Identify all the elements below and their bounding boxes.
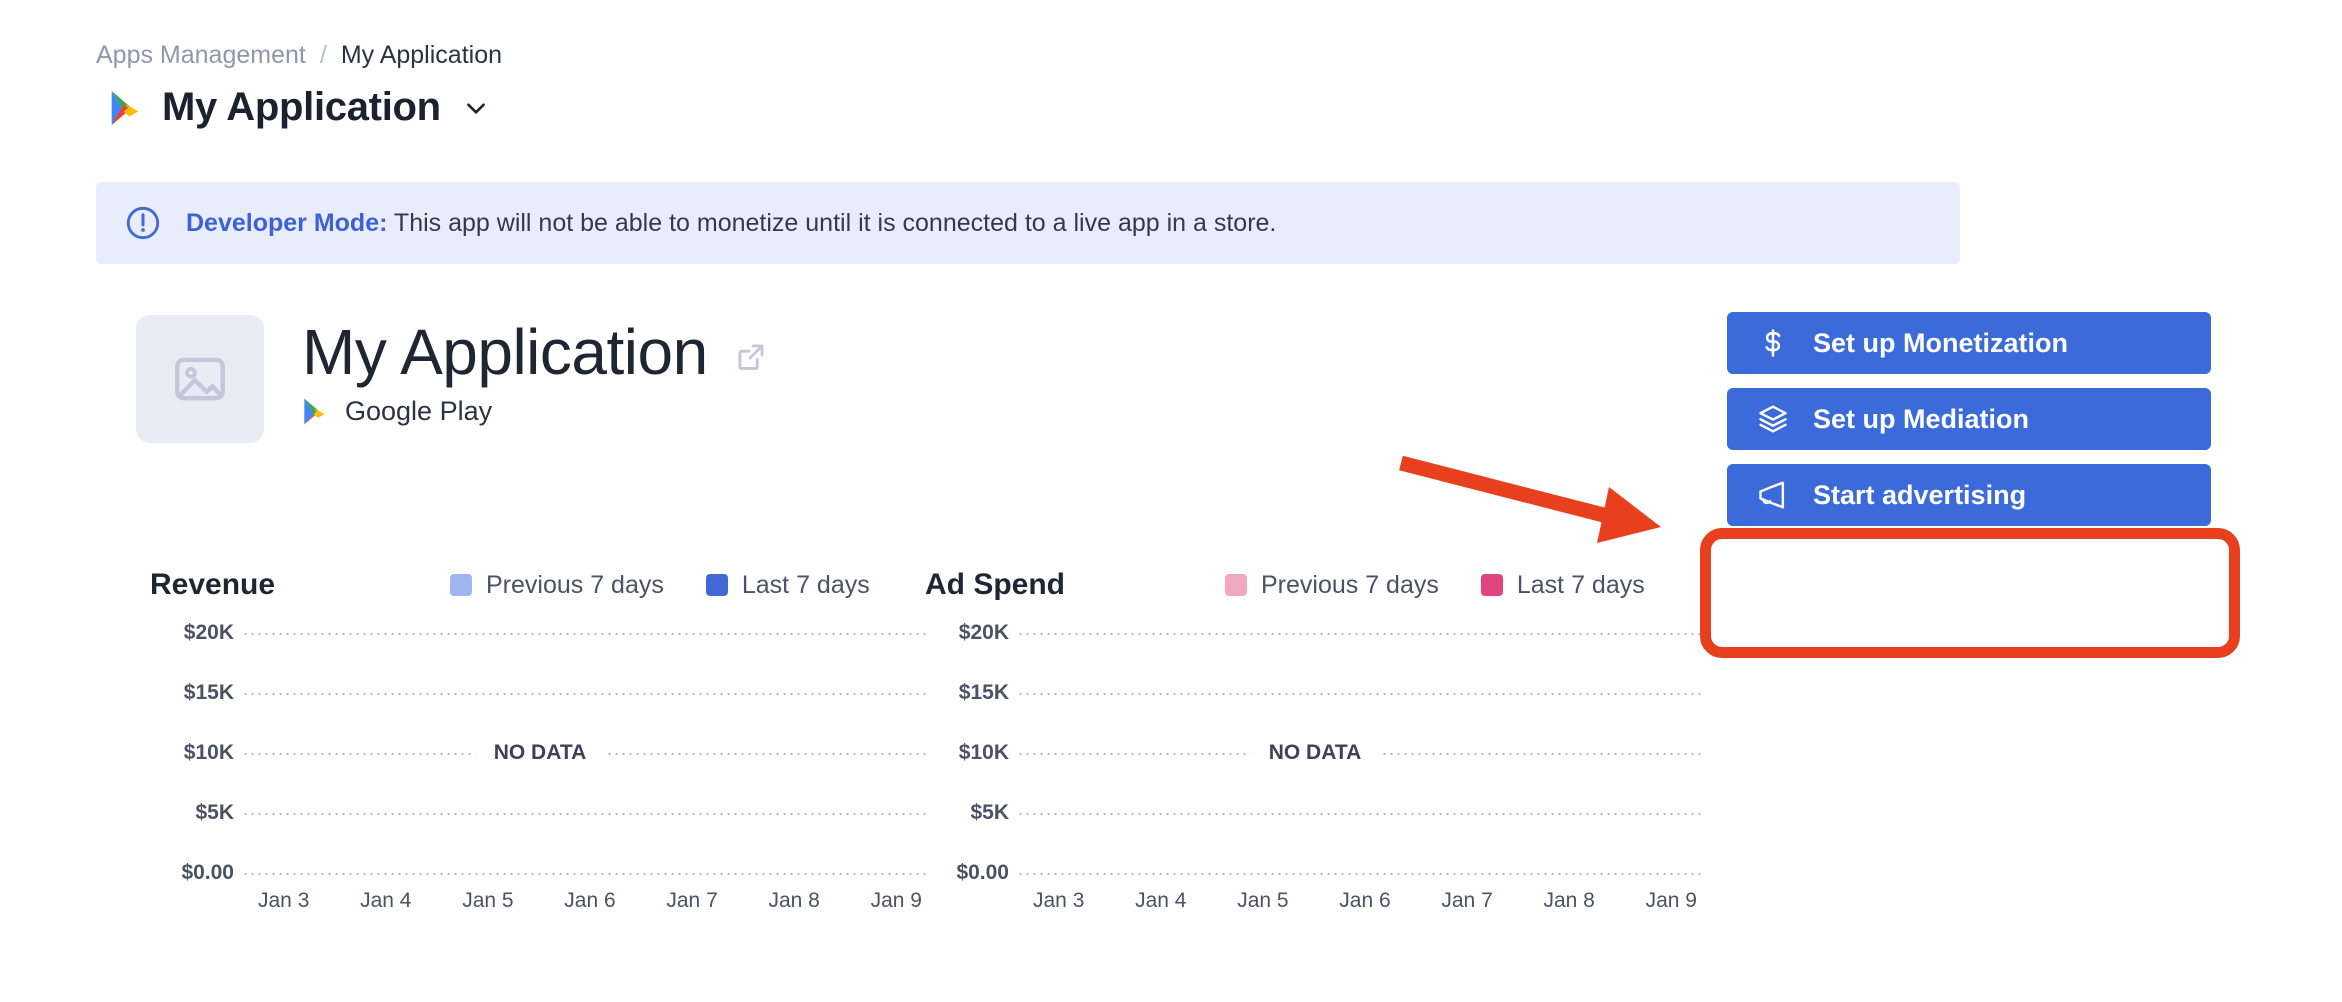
x-axis-tick: Jan 6 — [564, 889, 615, 913]
ad-spend-x-axis: Jan 3 Jan 4 Jan 5 Jan 6 Jan 7 Jan 8 Jan … — [1025, 889, 1705, 913]
alert-circle-icon — [124, 204, 162, 242]
edit-square-icon — [1757, 555, 1789, 587]
x-axis-tick: Jan 7 — [666, 889, 717, 913]
app-details-page: Apps Management / My Application My Appl… — [0, 0, 2342, 1002]
y-axis-tick: $0.00 — [150, 861, 242, 885]
app-store-name: Google Play — [345, 396, 492, 427]
legend-swatch — [1225, 574, 1247, 596]
revenue-x-axis: Jan 3 Jan 4 Jan 5 Jan 6 Jan 7 Jan 8 Jan … — [250, 889, 930, 913]
breadcrumb-link-apps-management[interactable]: Apps Management — [96, 40, 306, 70]
legend-item[interactable]: Previous 7 days — [1225, 571, 1439, 600]
y-axis-tick: $10K — [925, 741, 1017, 765]
set-up-mediation-button[interactable]: Set up Mediation — [1727, 388, 2211, 450]
x-axis-tick: Jan 9 — [871, 889, 922, 913]
y-axis-tick: $5K — [150, 801, 242, 825]
legend-item[interactable]: Last 7 days — [1481, 571, 1645, 600]
app-actions: Set up Monetization Set up Mediation Sta… — [1727, 312, 2211, 602]
y-axis-tick: $5K — [925, 801, 1017, 825]
layers-icon — [1757, 403, 1789, 435]
edit-app-settings-label: Edit app settings — [1813, 556, 2031, 587]
gridline — [1017, 633, 1705, 635]
legend-label: Previous 7 days — [486, 571, 664, 600]
y-axis-tick: $20K — [150, 621, 242, 645]
gridline — [1017, 813, 1705, 815]
banner-body-text: This app will not be able to monetize un… — [387, 209, 1276, 237]
x-axis-tick: Jan 3 — [258, 889, 309, 913]
app-selector[interactable]: My Application — [110, 85, 489, 130]
legend-label: Last 7 days — [1517, 571, 1645, 600]
banner-strong-label: Developer Mode: — [186, 209, 387, 237]
ad-spend-chart-legend: Previous 7 days Last 7 days — [1225, 571, 1645, 600]
google-play-icon — [303, 397, 329, 426]
breadcrumb-current: My Application — [341, 40, 502, 70]
google-play-icon — [110, 89, 144, 127]
x-axis-tick: Jan 6 — [1339, 889, 1390, 913]
revenue-no-data-label: NO DATA — [476, 739, 605, 767]
revenue-plot-area: $20K $15K $10K $5K $0.00 NO DATA Jan 3 — [150, 627, 930, 877]
set-up-mediation-label: Set up Mediation — [1813, 404, 2029, 435]
x-axis-tick: Jan 5 — [1237, 889, 1288, 913]
y-axis-tick: $20K — [925, 621, 1017, 645]
edit-app-settings-button[interactable]: Edit app settings — [1727, 540, 2211, 602]
x-axis-tick: Jan 5 — [462, 889, 513, 913]
breadcrumb-separator: / — [320, 40, 327, 70]
gridline — [242, 633, 930, 635]
x-axis-tick: Jan 7 — [1441, 889, 1492, 913]
revenue-chart-title: Revenue — [150, 568, 450, 602]
legend-item[interactable]: Previous 7 days — [450, 571, 664, 600]
revenue-chart-legend: Previous 7 days Last 7 days — [450, 571, 870, 600]
app-name-row: My Application — [302, 316, 768, 388]
gridline — [1017, 873, 1705, 875]
developer-mode-banner: Developer Mode: This app will not be abl… — [96, 182, 1960, 264]
legend-swatch — [450, 574, 472, 596]
breadcrumb: Apps Management / My Application — [96, 40, 502, 70]
x-axis-tick: Jan 4 — [1135, 889, 1186, 913]
external-link-icon[interactable] — [734, 340, 768, 374]
x-axis-tick: Jan 8 — [1543, 889, 1594, 913]
annotation-arrow-icon — [1395, 455, 1715, 575]
app-store-row: Google Play — [303, 396, 492, 427]
app-thumbnail — [136, 315, 264, 443]
ad-spend-chart-header: Ad Spend Previous 7 days Last 7 days — [925, 565, 1705, 605]
x-axis-tick: Jan 8 — [768, 889, 819, 913]
ad-spend-plot-area: $20K $15K $10K $5K $0.00 NO DATA Jan 3 — [925, 627, 1705, 877]
legend-label: Previous 7 days — [1261, 571, 1439, 600]
gridline — [242, 693, 930, 695]
x-axis-tick: Jan 4 — [360, 889, 411, 913]
legend-swatch — [1481, 574, 1503, 596]
legend-item[interactable]: Last 7 days — [706, 571, 870, 600]
y-axis-tick: $10K — [150, 741, 242, 765]
y-axis-tick: $15K — [150, 681, 242, 705]
image-placeholder-icon — [169, 348, 231, 410]
chevron-down-icon[interactable] — [463, 95, 489, 121]
page-title: My Application — [162, 85, 441, 130]
revenue-chart-header: Revenue Previous 7 days Last 7 days — [150, 565, 930, 605]
gridline — [242, 813, 930, 815]
revenue-chart: Revenue Previous 7 days Last 7 days $20K… — [150, 565, 930, 925]
ad-spend-chart-title: Ad Spend — [925, 568, 1225, 602]
start-advertising-label: Start advertising — [1813, 480, 2026, 511]
set-up-monetization-label: Set up Monetization — [1813, 328, 2068, 359]
banner-message: Developer Mode: This app will not be abl… — [186, 208, 1276, 238]
y-axis-tick: $15K — [925, 681, 1017, 705]
megaphone-icon — [1757, 479, 1789, 511]
gridline — [242, 873, 930, 875]
start-advertising-button[interactable]: Start advertising — [1727, 464, 2211, 526]
dollar-sign-icon — [1757, 327, 1789, 359]
y-axis-tick: $0.00 — [925, 861, 1017, 885]
gridline — [1017, 693, 1705, 695]
set-up-monetization-button[interactable]: Set up Monetization — [1727, 312, 2211, 374]
x-axis-tick: Jan 9 — [1646, 889, 1697, 913]
ad-spend-no-data-label: NO DATA — [1251, 739, 1380, 767]
ad-spend-chart: Ad Spend Previous 7 days Last 7 days $20… — [925, 565, 1705, 925]
legend-swatch — [706, 574, 728, 596]
app-name: My Application — [302, 316, 708, 388]
legend-label: Last 7 days — [742, 571, 870, 600]
x-axis-tick: Jan 3 — [1033, 889, 1084, 913]
